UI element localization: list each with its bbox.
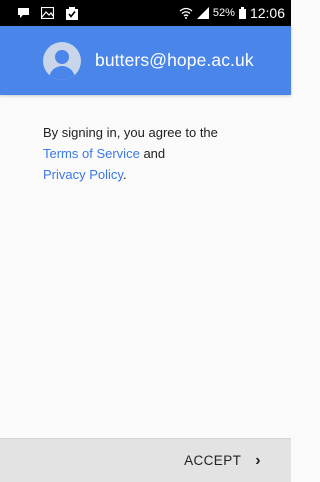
wifi-icon — [179, 7, 193, 19]
status-bar-system: 52% 12:06 — [179, 5, 285, 21]
chevron-right-icon: › — [255, 451, 261, 469]
battery-icon — [238, 7, 246, 19]
account-header: butters@hope.ac.uk — [0, 26, 291, 95]
terms-of-service-link[interactable]: Terms of Service — [43, 146, 140, 161]
privacy-policy-link[interactable]: Privacy Policy — [43, 167, 123, 182]
clipboard-check-icon — [66, 6, 78, 20]
terms-text: By signing in, you agree to the Terms of… — [43, 122, 273, 185]
terms-end: . — [122, 167, 127, 182]
battery-percent: 52% — [212, 7, 235, 19]
signal-icon — [196, 7, 209, 19]
account-email: butters@hope.ac.uk — [95, 50, 254, 70]
footer-bar: ACCEPT › — [0, 438, 291, 482]
accept-label: ACCEPT — [184, 453, 242, 468]
person-icon — [43, 41, 81, 80]
status-bar: 52% 12:06 — [0, 0, 291, 26]
clock: 12:06 — [249, 5, 285, 21]
terms-and: and — [143, 146, 166, 161]
image-icon — [41, 7, 54, 19]
message-icon — [18, 8, 29, 18]
status-bar-notifications — [18, 6, 78, 20]
terms-intro: By signing in, you agree to the — [43, 125, 218, 140]
accept-button[interactable]: ACCEPT › — [184, 452, 261, 470]
